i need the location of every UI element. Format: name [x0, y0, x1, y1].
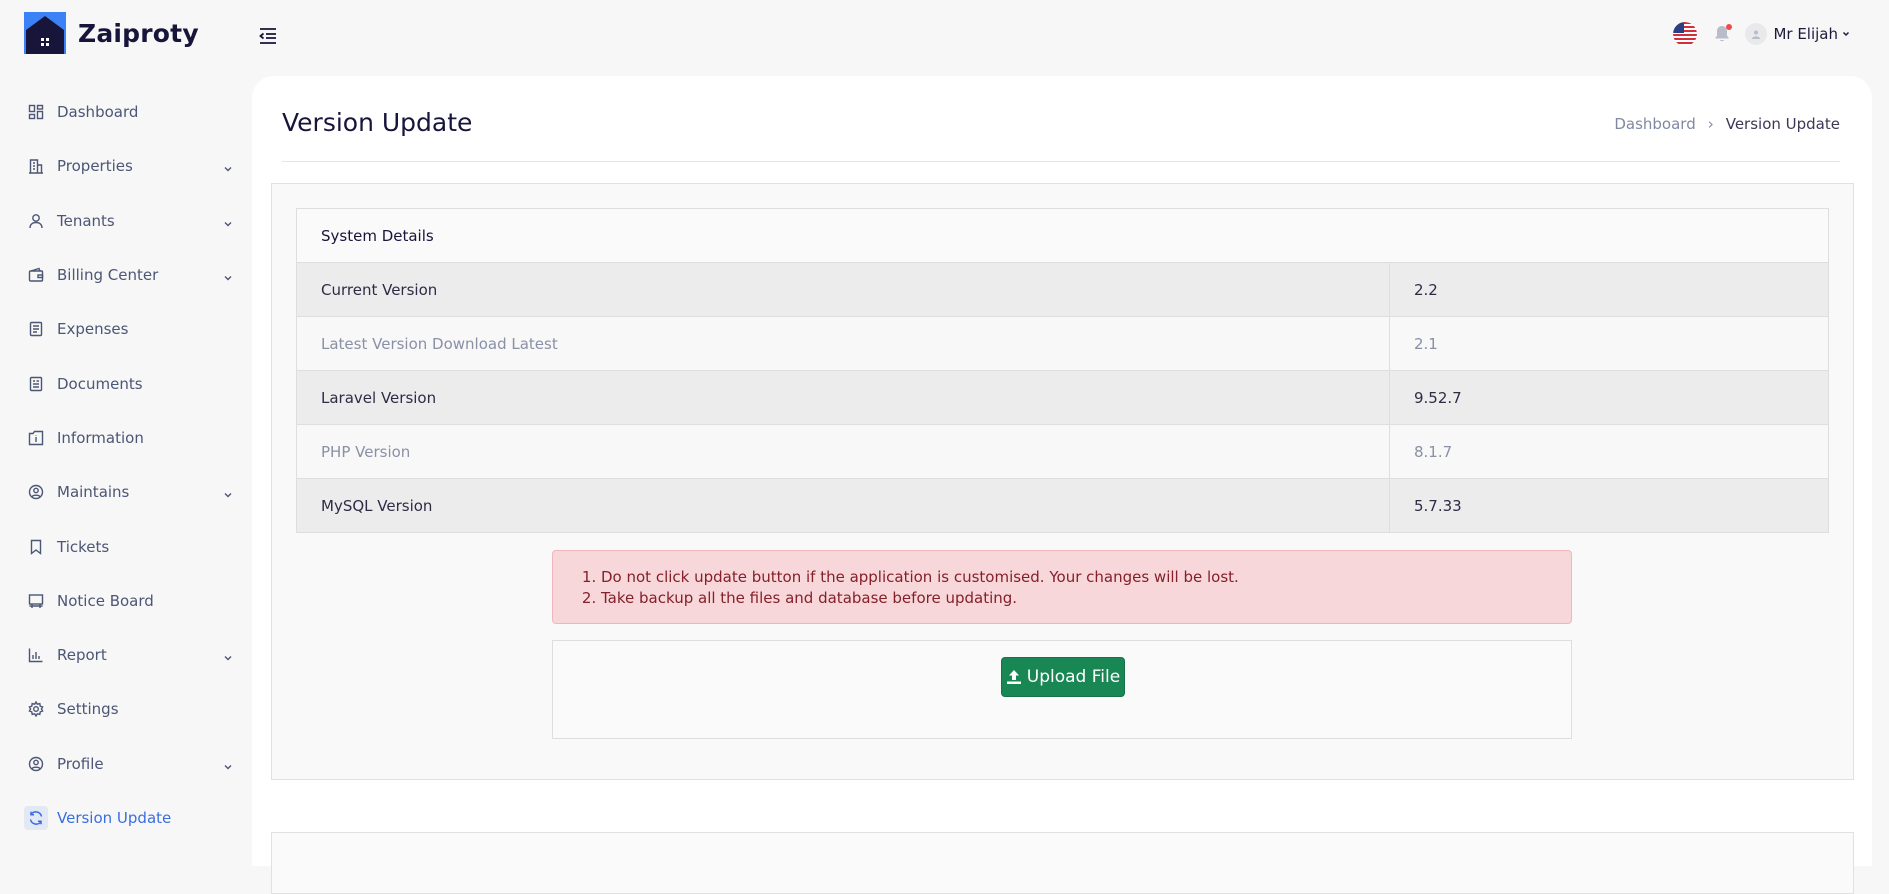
- sidebar-item-label: Version Update: [57, 809, 172, 827]
- row-label: Laravel Version: [296, 370, 1390, 425]
- table-header-row: System Details: [296, 208, 1829, 263]
- secondary-panel: [271, 832, 1854, 894]
- sidebar-item-label: Profile: [57, 754, 104, 773]
- bell-icon[interactable]: [1711, 23, 1733, 45]
- sidebar-item-label: Dashboard: [57, 103, 139, 122]
- sidebar-item-label: Notice Board: [57, 591, 154, 610]
- sidebar-item-billing-center[interactable]: Billing Center: [24, 248, 232, 302]
- breadcrumb-home-link[interactable]: Dashboard: [1614, 115, 1695, 133]
- table-row: Current Version 2.2: [296, 262, 1829, 317]
- us-flag-icon[interactable]: [1673, 22, 1698, 46]
- profile-icon: [24, 752, 48, 776]
- chevron-down-icon: [222, 160, 234, 172]
- divider: [282, 161, 1840, 162]
- sidebar-item-notice-board[interactable]: Notice Board: [24, 574, 224, 628]
- row-label: Current Version: [296, 262, 1390, 317]
- sidebar-item-tenants[interactable]: Tenants: [24, 194, 232, 248]
- chevron-down-icon: [222, 649, 234, 661]
- sidebar-item-report[interactable]: Report: [24, 628, 232, 682]
- sidebar-item-label: Billing Center: [57, 266, 159, 285]
- building-icon: [24, 154, 48, 178]
- page-title: Version Update: [282, 108, 473, 137]
- upload-icon: [1006, 669, 1027, 685]
- version-panel: System Details Current Version 2.2 Lates…: [271, 183, 1854, 780]
- brand-name: Zaiproty: [78, 18, 199, 48]
- brand-logo[interactable]: Zaiproty: [24, 12, 199, 54]
- chart-icon: [24, 643, 48, 667]
- wallet-icon: [24, 263, 48, 287]
- topbar-actions: Mr Elijah: [1673, 22, 1851, 46]
- info-icon: [24, 426, 48, 450]
- gear-icon: [24, 697, 48, 721]
- sidebar-item-version-update[interactable]: Version Update: [24, 791, 224, 845]
- sidebar-item-label: Expenses: [57, 320, 129, 339]
- refresh-icon: [24, 806, 48, 830]
- sidebar-item-dashboard[interactable]: Dashboard: [24, 85, 224, 139]
- sidebar-item-expenses[interactable]: Expenses: [24, 302, 224, 356]
- row-label: MySQL Version: [296, 478, 1390, 533]
- sidebar-item-label: Settings: [57, 700, 119, 719]
- chevron-down-icon: [222, 486, 234, 498]
- row-value: 2.2: [1389, 262, 1829, 317]
- warning-list: Do not click update button if the applic…: [553, 567, 1571, 609]
- sidebar-item-label: Tickets: [57, 537, 110, 556]
- document-icon: [24, 372, 48, 396]
- table-row: PHP Version 8.1.7: [296, 424, 1829, 479]
- system-details-heading: System Details: [296, 208, 1829, 263]
- warning-item: Take backup all the files and database b…: [601, 588, 1571, 609]
- chevron-down-icon: [222, 269, 234, 281]
- sidebar: Zaiproty Dashboard Properties Tenants Bi…: [0, 0, 252, 851]
- sidebar-nav: Dashboard Properties Tenants Billing Cen…: [24, 85, 232, 845]
- upload-area: Upload File: [552, 640, 1572, 739]
- sidebar-item-tickets[interactable]: Tickets: [24, 519, 224, 573]
- breadcrumb-current: Version Update: [1725, 115, 1840, 133]
- chevron-down-icon: [222, 215, 234, 227]
- user-icon: [24, 209, 48, 233]
- row-value: 8.1.7: [1389, 424, 1829, 479]
- dashboard-icon: [24, 100, 48, 124]
- user-menu[interactable]: Mr Elijah: [1745, 23, 1851, 45]
- sidebar-item-information[interactable]: Information: [24, 411, 224, 465]
- table-row: MySQL Version 5.7.33: [296, 478, 1829, 533]
- system-details-table: System Details Current Version 2.2 Lates…: [296, 208, 1829, 533]
- sidebar-toggle-icon[interactable]: [258, 26, 278, 46]
- breadcrumb: Dashboard › Version Update: [1614, 115, 1840, 133]
- chevron-down-icon: [1841, 29, 1851, 39]
- main-content: Version Update Dashboard › Version Updat…: [252, 76, 1872, 894]
- user-name: Mr Elijah: [1773, 25, 1838, 43]
- warning-alert: Do not click update button if the applic…: [552, 550, 1572, 624]
- row-label: Latest Version Download Latest: [296, 316, 1390, 371]
- sidebar-item-label: Report: [57, 646, 107, 665]
- row-value: 2.1: [1389, 316, 1829, 371]
- sidebar-item-label: Information: [57, 428, 144, 447]
- bookmark-icon: [24, 535, 48, 559]
- sidebar-item-label: Tenants: [57, 211, 115, 230]
- user-circle-icon: [24, 480, 48, 504]
- sidebar-item-label: Maintains: [57, 483, 130, 502]
- row-value: 9.52.7: [1389, 370, 1829, 425]
- house-logo-icon: [24, 12, 66, 54]
- row-value: 5.7.33: [1389, 478, 1829, 533]
- upload-file-label: Upload File: [1026, 667, 1121, 687]
- chevron-right-icon: ›: [1707, 115, 1714, 133]
- sidebar-item-profile[interactable]: Profile: [24, 737, 232, 791]
- sidebar-item-documents[interactable]: Documents: [24, 356, 224, 410]
- sidebar-item-settings[interactable]: Settings: [24, 682, 224, 736]
- board-icon: [24, 589, 48, 613]
- sidebar-item-label: Documents: [57, 374, 143, 393]
- table-row: Latest Version Download Latest 2.1: [296, 316, 1829, 371]
- upload-file-button[interactable]: Upload File: [1001, 657, 1125, 697]
- chevron-down-icon: [222, 758, 234, 770]
- table-row: Laravel Version 9.52.7: [296, 370, 1829, 425]
- row-label: PHP Version: [296, 424, 1390, 479]
- sidebar-item-label: Properties: [57, 157, 133, 176]
- sidebar-item-maintains[interactable]: Maintains: [24, 465, 232, 519]
- sidebar-item-properties[interactable]: Properties: [24, 139, 232, 193]
- warning-item: Do not click update button if the applic…: [601, 567, 1571, 588]
- receipt-icon: [24, 317, 48, 341]
- avatar: [1745, 23, 1768, 45]
